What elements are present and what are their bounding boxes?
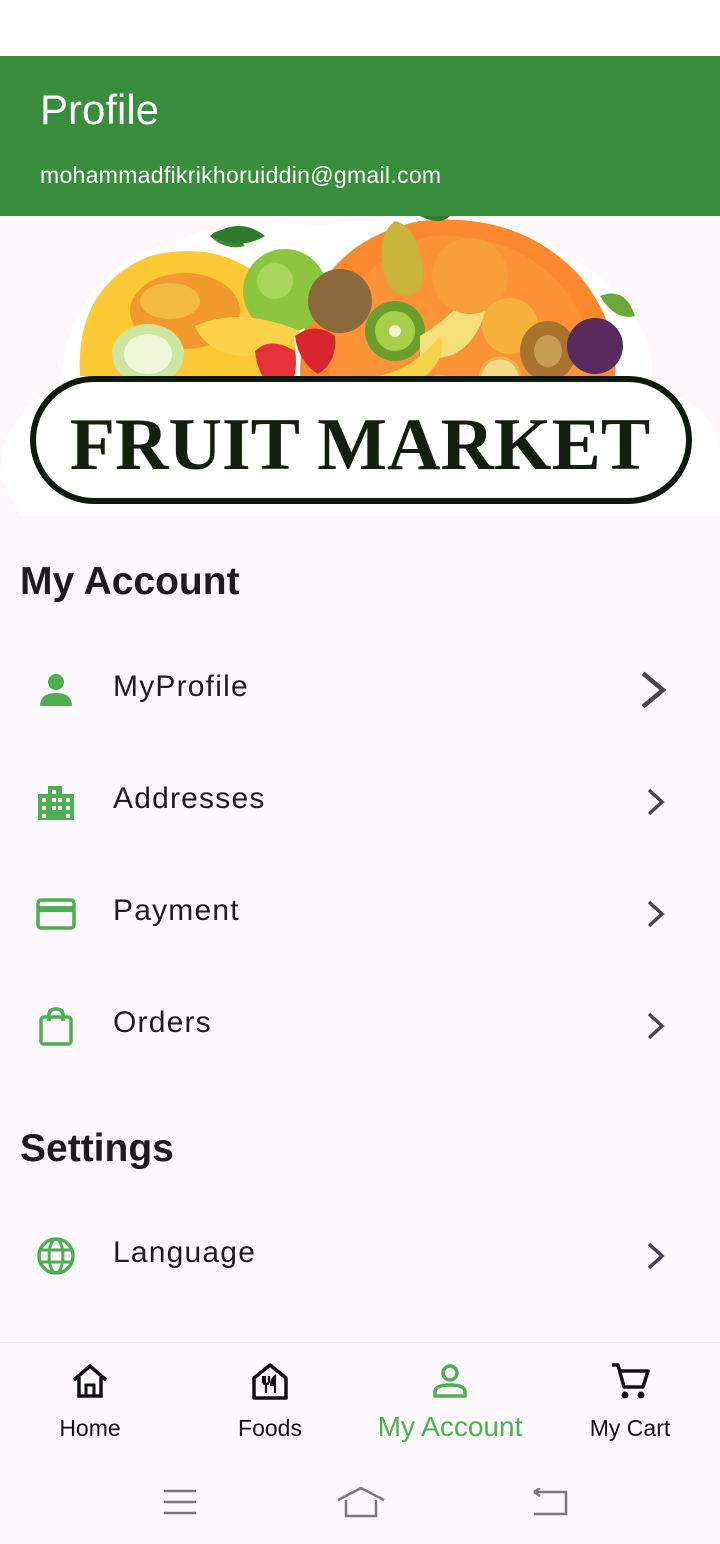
bottom-navigation: Home Foods My Account My Cart xyxy=(0,1342,720,1462)
nav-foods[interactable]: Foods xyxy=(180,1343,360,1463)
menu-item-addresses[interactable]: Addresses xyxy=(0,746,720,858)
nav-label: My Account xyxy=(377,1411,523,1442)
system-home-icon[interactable] xyxy=(336,1486,386,1518)
nav-my-account[interactable]: My Account xyxy=(360,1343,540,1463)
person-icon xyxy=(40,674,72,706)
user-email: mohammadfikrikhoruiddin@gmail.com xyxy=(40,162,442,188)
fruit-market-banner: FRUIT MARKET xyxy=(0,216,720,516)
chevron-right-icon xyxy=(647,1242,665,1270)
menu-item-label: Payment xyxy=(113,894,240,927)
section-title-my-account: My Account xyxy=(20,560,240,603)
page-title: Profile xyxy=(40,86,160,133)
restaurant-icon xyxy=(252,1363,288,1400)
section-title-settings: Settings xyxy=(20,1127,174,1170)
menu-item-label: Addresses xyxy=(113,782,266,815)
chevron-right-icon xyxy=(641,671,667,709)
menu-item-payment[interactable]: Payment xyxy=(0,858,720,970)
chevron-right-icon xyxy=(647,788,665,816)
menu-icon[interactable] xyxy=(162,1488,198,1518)
shopping-bag-icon xyxy=(39,1007,73,1046)
nav-label: My Cart xyxy=(589,1415,671,1441)
back-icon[interactable] xyxy=(530,1488,570,1518)
menu-item-label: Language xyxy=(113,1236,257,1269)
status-bar xyxy=(0,0,720,56)
account-icon xyxy=(433,1364,467,1398)
system-navigation-bar xyxy=(0,1462,720,1544)
nav-my-cart[interactable]: My Cart xyxy=(540,1343,720,1463)
menu-item-myprofile[interactable]: MyProfile xyxy=(0,634,720,746)
app-bar: Profile mohammadfikrikhoruiddin@gmail.co… xyxy=(0,56,720,216)
menu-item-orders[interactable]: Orders xyxy=(0,970,720,1082)
chevron-right-icon xyxy=(647,900,665,928)
banner-title: FRUIT MARKET xyxy=(70,404,650,486)
nav-label: Foods xyxy=(238,1415,302,1441)
home-icon xyxy=(72,1364,108,1398)
credit-card-icon xyxy=(36,898,76,930)
menu-item-label: MyProfile xyxy=(113,670,249,703)
menu-item-language[interactable]: Language xyxy=(0,1200,720,1312)
chevron-right-icon xyxy=(647,1012,665,1040)
nav-label: Home xyxy=(59,1415,121,1441)
building-icon xyxy=(38,786,74,820)
cart-icon xyxy=(612,1363,650,1399)
menu-item-label: Orders xyxy=(113,1006,212,1039)
nav-home[interactable]: Home xyxy=(0,1343,180,1463)
globe-icon xyxy=(37,1237,75,1275)
